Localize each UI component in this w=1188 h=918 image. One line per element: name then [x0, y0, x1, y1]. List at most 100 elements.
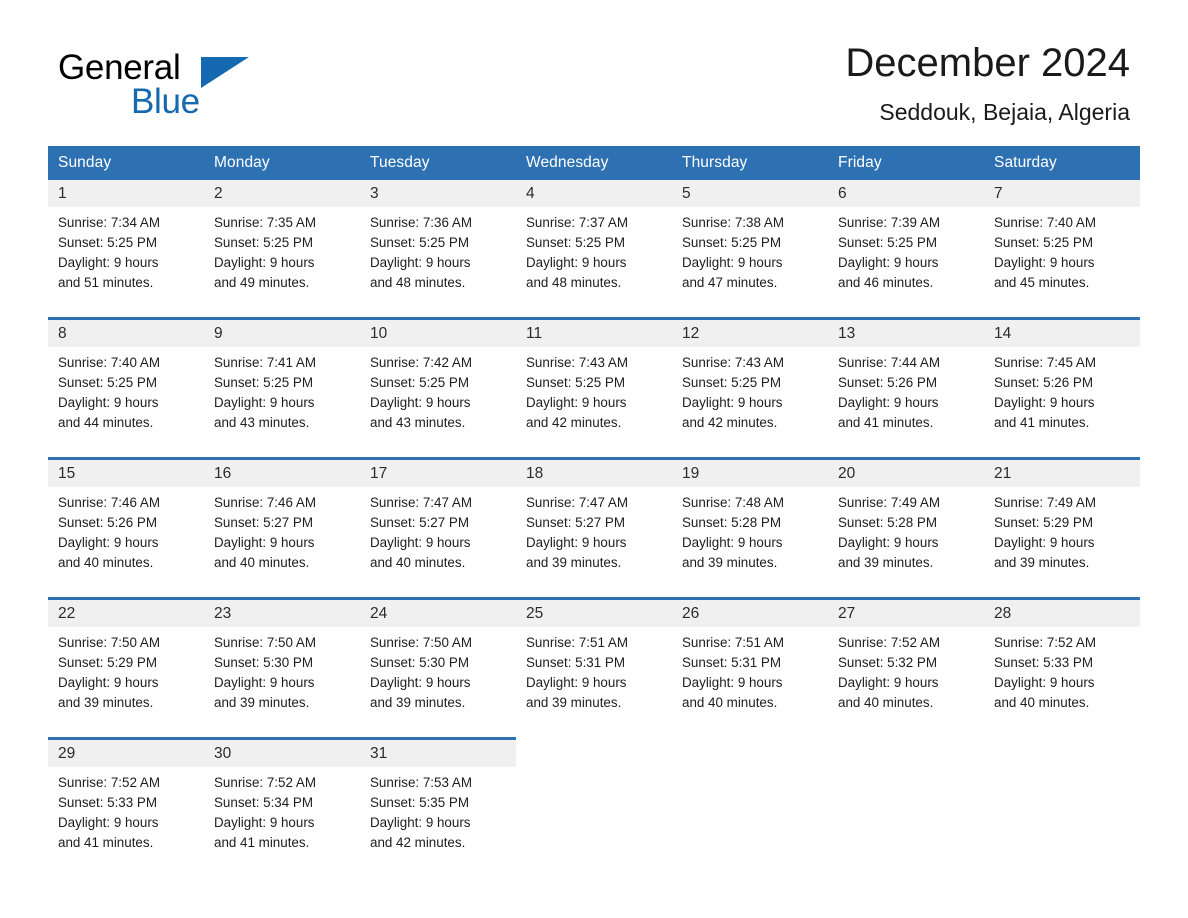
daylight-text-cont: and 41 minutes.: [838, 415, 934, 431]
daylight-text: Daylight: 9 hours: [994, 395, 1095, 411]
day-number[interactable]: 6: [828, 180, 984, 207]
sunrise-text: Sunrise: 7:51 AM: [682, 635, 784, 650]
day-cell[interactable]: Sunrise: 7:50 AM Sunset: 5:30 PM Dayligh…: [204, 627, 360, 739]
sunrise-text: Sunrise: 7:47 AM: [370, 495, 472, 510]
daylight-text-cont: and 48 minutes.: [526, 275, 622, 291]
day-number[interactable]: 7: [984, 180, 1140, 207]
sunrise-text: Sunrise: 7:41 AM: [214, 355, 316, 370]
day-number[interactable]: 18: [516, 457, 672, 487]
day-number[interactable]: 15: [48, 457, 204, 487]
day-cell[interactable]: Sunrise: 7:44 AM Sunset: 5:26 PM Dayligh…: [828, 347, 984, 459]
day-cell[interactable]: Sunrise: 7:37 AM Sunset: 5:25 PM Dayligh…: [516, 207, 672, 319]
day-number[interactable]: 21: [984, 457, 1140, 487]
day-cell[interactable]: Sunrise: 7:40 AM Sunset: 5:25 PM Dayligh…: [48, 347, 204, 459]
day-cell[interactable]: Sunrise: 7:34 AM Sunset: 5:25 PM Dayligh…: [48, 207, 204, 319]
day-number[interactable]: 12: [672, 317, 828, 347]
daylight-text-cont: and 46 minutes.: [838, 275, 934, 291]
day-number[interactable]: 25: [516, 597, 672, 627]
sunrise-text: Sunrise: 7:50 AM: [370, 635, 472, 650]
day-cell[interactable]: Sunrise: 7:42 AM Sunset: 5:25 PM Dayligh…: [360, 347, 516, 459]
day-number[interactable]: 3: [360, 180, 516, 207]
weekday-header-row: Sunday Monday Tuesday Wednesday Thursday…: [48, 146, 1140, 180]
day-cell[interactable]: Sunrise: 7:40 AM Sunset: 5:25 PM Dayligh…: [984, 207, 1140, 319]
general-blue-logo[interactable]: General Blue: [58, 48, 318, 132]
daylight-text: Daylight: 9 hours: [994, 535, 1095, 551]
day-number[interactable]: 11: [516, 317, 672, 347]
day-number[interactable]: 9: [204, 317, 360, 347]
day-number[interactable]: 27: [828, 597, 984, 627]
sunrise-text: Sunrise: 7:52 AM: [214, 775, 316, 790]
day-cell[interactable]: Sunrise: 7:52 AM Sunset: 5:32 PM Dayligh…: [828, 627, 984, 739]
daylight-text: Daylight: 9 hours: [58, 675, 159, 691]
day-number[interactable]: 30: [204, 737, 360, 767]
day-number[interactable]: 31: [360, 737, 516, 767]
day-number[interactable]: 19: [672, 457, 828, 487]
sunset-text: Sunset: 5:33 PM: [994, 655, 1093, 671]
day-number[interactable]: 20: [828, 457, 984, 487]
day-cell[interactable]: Sunrise: 7:50 AM Sunset: 5:29 PM Dayligh…: [48, 627, 204, 739]
sunset-text: Sunset: 5:29 PM: [58, 655, 157, 671]
day-number[interactable]: 2: [204, 180, 360, 207]
day-cell[interactable]: Sunrise: 7:45 AM Sunset: 5:26 PM Dayligh…: [984, 347, 1140, 459]
day-cell[interactable]: Sunrise: 7:52 AM Sunset: 5:33 PM Dayligh…: [48, 767, 204, 877]
daylight-text-cont: and 39 minutes.: [58, 695, 154, 711]
daylight-text: Daylight: 9 hours: [682, 395, 783, 411]
day-cell[interactable]: Sunrise: 7:49 AM Sunset: 5:28 PM Dayligh…: [828, 487, 984, 599]
sunset-text: Sunset: 5:29 PM: [994, 515, 1093, 531]
day-number[interactable]: 28: [984, 597, 1140, 627]
day-number[interactable]: 13: [828, 317, 984, 347]
day-cell[interactable]: Sunrise: 7:47 AM Sunset: 5:27 PM Dayligh…: [516, 487, 672, 599]
day-cell[interactable]: Sunrise: 7:36 AM Sunset: 5:25 PM Dayligh…: [360, 207, 516, 319]
day-number[interactable]: 17: [360, 457, 516, 487]
day-number[interactable]: 26: [672, 597, 828, 627]
day-cell[interactable]: Sunrise: 7:53 AM Sunset: 5:35 PM Dayligh…: [360, 767, 516, 877]
logo-text-blue: Blue: [131, 82, 200, 121]
sunrise-text: Sunrise: 7:53 AM: [370, 775, 472, 790]
day-cell[interactable]: Sunrise: 7:46 AM Sunset: 5:27 PM Dayligh…: [204, 487, 360, 599]
day-cell[interactable]: Sunrise: 7:52 AM Sunset: 5:33 PM Dayligh…: [984, 627, 1140, 739]
sunset-text: Sunset: 5:30 PM: [370, 655, 469, 671]
day-number[interactable]: 5: [672, 180, 828, 207]
day-number[interactable]: 22: [48, 597, 204, 627]
day-number-empty: [516, 738, 672, 767]
day-number[interactable]: 23: [204, 597, 360, 627]
day-cell[interactable]: Sunrise: 7:49 AM Sunset: 5:29 PM Dayligh…: [984, 487, 1140, 599]
day-number[interactable]: 24: [360, 597, 516, 627]
day-cell[interactable]: Sunrise: 7:43 AM Sunset: 5:25 PM Dayligh…: [516, 347, 672, 459]
sunset-text: Sunset: 5:30 PM: [214, 655, 313, 671]
day-cell[interactable]: Sunrise: 7:51 AM Sunset: 5:31 PM Dayligh…: [672, 627, 828, 739]
sunrise-text: Sunrise: 7:43 AM: [526, 355, 628, 370]
day-number[interactable]: 10: [360, 317, 516, 347]
daylight-text: Daylight: 9 hours: [370, 535, 471, 551]
day-cell[interactable]: Sunrise: 7:48 AM Sunset: 5:28 PM Dayligh…: [672, 487, 828, 599]
day-cell[interactable]: Sunrise: 7:52 AM Sunset: 5:34 PM Dayligh…: [204, 767, 360, 877]
day-cell[interactable]: Sunrise: 7:47 AM Sunset: 5:27 PM Dayligh…: [360, 487, 516, 599]
day-cell[interactable]: Sunrise: 7:43 AM Sunset: 5:25 PM Dayligh…: [672, 347, 828, 459]
day-cell[interactable]: Sunrise: 7:35 AM Sunset: 5:25 PM Dayligh…: [204, 207, 360, 319]
sunrise-text: Sunrise: 7:52 AM: [58, 775, 160, 790]
daylight-text-cont: and 49 minutes.: [214, 275, 310, 291]
day-cell[interactable]: Sunrise: 7:46 AM Sunset: 5:26 PM Dayligh…: [48, 487, 204, 599]
day-number[interactable]: 16: [204, 457, 360, 487]
day-cell[interactable]: Sunrise: 7:51 AM Sunset: 5:31 PM Dayligh…: [516, 627, 672, 739]
day-cell[interactable]: Sunrise: 7:41 AM Sunset: 5:25 PM Dayligh…: [204, 347, 360, 459]
day-number[interactable]: 8: [48, 317, 204, 347]
sunset-text: Sunset: 5:34 PM: [214, 795, 313, 811]
sunrise-text: Sunrise: 7:46 AM: [58, 495, 160, 510]
day-cell[interactable]: Sunrise: 7:50 AM Sunset: 5:30 PM Dayligh…: [360, 627, 516, 739]
daylight-text: Daylight: 9 hours: [838, 535, 939, 551]
sunrise-text: Sunrise: 7:46 AM: [214, 495, 316, 510]
day-cell[interactable]: Sunrise: 7:38 AM Sunset: 5:25 PM Dayligh…: [672, 207, 828, 319]
daylight-text: Daylight: 9 hours: [58, 535, 159, 551]
weekday-header-thursday: Thursday: [672, 146, 828, 180]
daylight-text-cont: and 39 minutes.: [526, 695, 622, 711]
day-number[interactable]: 29: [48, 737, 204, 767]
daylight-text-cont: and 39 minutes.: [370, 695, 466, 711]
day-cell[interactable]: Sunrise: 7:39 AM Sunset: 5:25 PM Dayligh…: [828, 207, 984, 319]
day-number[interactable]: 4: [516, 180, 672, 207]
daylight-text-cont: and 43 minutes.: [214, 415, 310, 431]
day-number[interactable]: 14: [984, 317, 1140, 347]
daylight-text-cont: and 39 minutes.: [682, 555, 778, 571]
daylight-text-cont: and 48 minutes.: [370, 275, 466, 291]
day-number[interactable]: 1: [48, 180, 204, 207]
